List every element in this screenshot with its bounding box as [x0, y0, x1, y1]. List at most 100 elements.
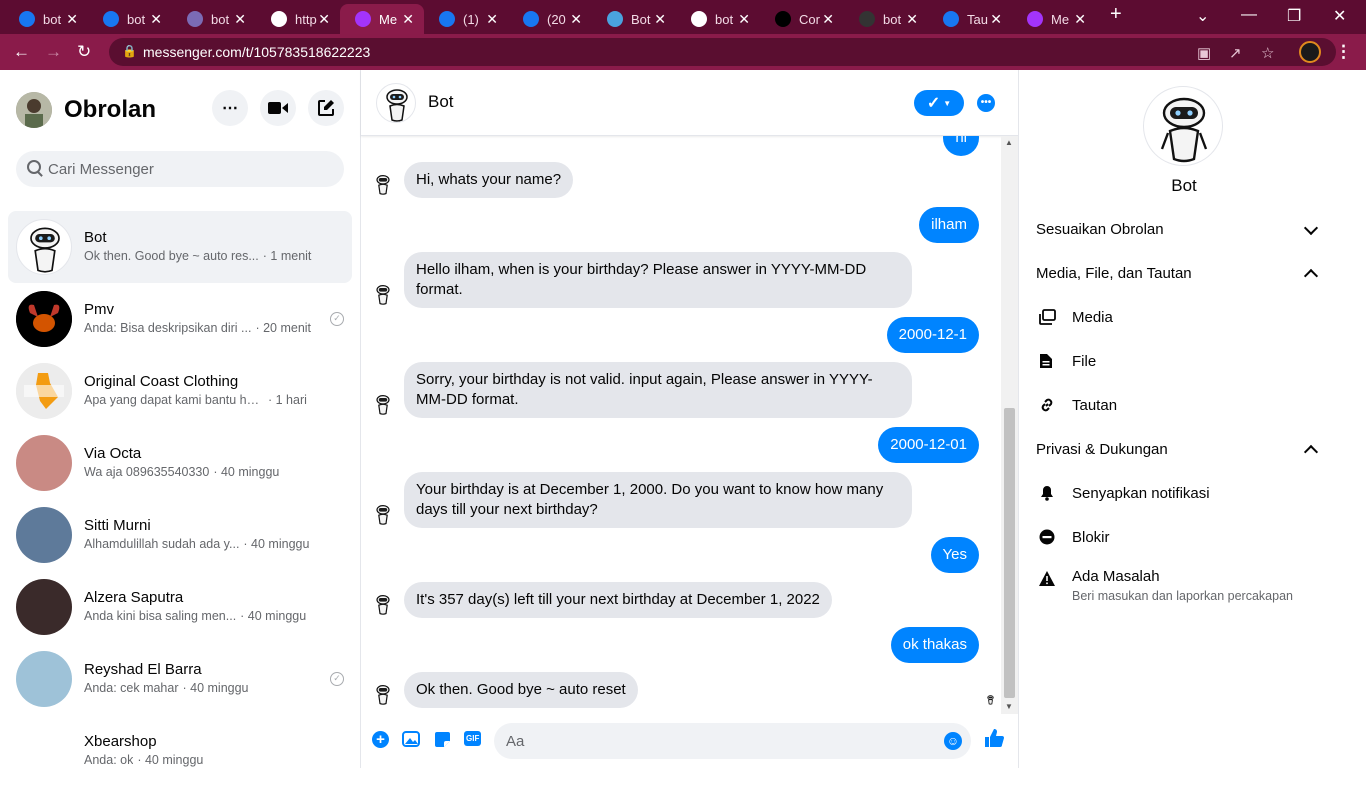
message-input[interactable]: Aa ☺ — [494, 723, 971, 759]
browser-tab[interactable]: Me ✕ — [1012, 4, 1096, 34]
conversation-info-button[interactable]: ••• — [977, 94, 995, 112]
links-item[interactable]: Tautan — [1072, 397, 1117, 414]
close-tab-icon[interactable]: ✕ — [990, 11, 1002, 28]
conversation-item[interactable]: Reyshad El Barra Anda: cek mahar · 40 ming… — [8, 643, 352, 715]
close-tab-icon[interactable]: ✕ — [738, 11, 750, 28]
outgoing-message-bubble[interactable]: ilham — [919, 207, 979, 243]
conversation-item[interactable]: Xbearshop Anda: ok · 40 minggu — [8, 715, 352, 787]
contact-avatar[interactable] — [16, 579, 72, 635]
close-tab-icon[interactable]: ✕ — [906, 11, 918, 28]
contact-avatar[interactable] — [16, 723, 72, 779]
bot-avatar[interactable] — [376, 83, 416, 123]
address-bar[interactable]: 🔒 messenger.com/t/105783518622223 ▣ ↗ ☆ — [109, 38, 1336, 66]
outgoing-message-bubble[interactable]: Yes — [930, 537, 979, 573]
file-item[interactable]: File — [1072, 353, 1096, 370]
incoming-message-bubble[interactable]: It's 357 day(s) left till your next birt… — [404, 582, 832, 618]
close-tab-icon[interactable]: ✕ — [822, 11, 834, 28]
privacy-support-section[interactable]: Privasi & Dukungan — [1036, 441, 1168, 458]
add-icon[interactable]: + — [372, 731, 389, 748]
browser-tab[interactable]: http ✕ — [256, 4, 340, 34]
conversation-item[interactable]: Sitti Murni Alhamdulillah sudah ada y... ·… — [8, 499, 352, 571]
new-video-call-button[interactable] — [260, 90, 296, 126]
chevron-down-icon[interactable] — [1303, 220, 1319, 236]
block-item[interactable]: Blokir — [1072, 529, 1110, 546]
chevron-up-icon[interactable] — [1303, 444, 1319, 460]
browser-tab[interactable]: Tau ✕ — [928, 4, 1012, 34]
outgoing-message-bubble[interactable]: ok thakas — [890, 627, 979, 663]
browser-menu-icon[interactable]: ⋮ — [1335, 42, 1352, 62]
close-tab-icon[interactable]: ✕ — [654, 11, 666, 28]
close-tab-icon[interactable]: ✕ — [486, 11, 498, 28]
photo-icon[interactable] — [402, 731, 420, 750]
new-message-button[interactable] — [308, 90, 344, 126]
incoming-message-bubble[interactable]: Your birthday is at December 1, 2000. Do… — [404, 472, 912, 528]
back-icon[interactable]: ← — [13, 42, 30, 62]
conversation-item[interactable]: Alzera Saputra Anda kini bisa saling men.… — [8, 571, 352, 643]
bookmark-star-icon[interactable]: ☆ — [1261, 44, 1274, 62]
conversation-item[interactable]: Bot Ok then. Good bye ~ auto res... · 1 me… — [8, 211, 352, 283]
outgoing-message-bubble[interactable]: hi — [943, 136, 979, 156]
tab-search-icon[interactable]: ⌄ — [1196, 6, 1209, 26]
scrollbar-thumb[interactable] — [1004, 408, 1015, 698]
user-avatar[interactable] — [16, 92, 52, 128]
chevron-up-icon[interactable] — [1303, 268, 1319, 284]
mark-done-button[interactable]: ✓ ▼ — [914, 90, 964, 116]
incoming-message-bubble[interactable]: Ok then. Good bye ~ auto reset — [404, 672, 638, 708]
scroll-up-arrow-icon[interactable]: ▲ — [1005, 138, 1013, 147]
conversation-item[interactable]: Via Octa Wa aja 089635540330 · 40 minggu — [8, 427, 352, 499]
more-options-button[interactable]: ⋯ — [212, 90, 248, 126]
contact-avatar[interactable] — [16, 219, 72, 275]
close-window-icon[interactable]: ✕ — [1333, 6, 1346, 26]
chat-title[interactable]: Bot — [428, 92, 454, 112]
contact-avatar[interactable] — [16, 435, 72, 491]
close-tab-icon[interactable]: ✕ — [150, 11, 162, 28]
browser-tab[interactable]: bot ✕ — [172, 4, 256, 34]
close-tab-icon[interactable]: ✕ — [234, 11, 246, 28]
incoming-message-bubble[interactable]: Hello ilham, when is your birthday? Plea… — [404, 252, 912, 308]
outgoing-message-bubble[interactable]: 2000-12-01 — [878, 427, 979, 463]
share-icon[interactable]: ↗ — [1229, 44, 1242, 62]
close-tab-icon[interactable]: ✕ — [1074, 11, 1086, 28]
outgoing-message-bubble[interactable]: 2000-12-1 — [886, 317, 979, 353]
report-problem-item[interactable]: Ada Masalah — [1072, 568, 1160, 585]
translate-icon[interactable]: ▣ — [1197, 44, 1211, 62]
reload-icon[interactable]: ↻ — [77, 42, 91, 62]
maximize-icon[interactable]: ❐ — [1287, 6, 1301, 26]
contact-avatar[interactable] — [16, 651, 72, 707]
emoji-icon[interactable]: ☺ — [944, 732, 962, 750]
conversation-item[interactable]: Original Coast Clothing Apa yang dapat ka… — [8, 355, 352, 427]
browser-tab[interactable]: (1) ✕ — [424, 4, 508, 34]
close-tab-icon[interactable]: ✕ — [402, 11, 414, 28]
customize-chat-section[interactable]: Sesuaikan Obrolan — [1036, 221, 1164, 238]
incoming-message-bubble[interactable]: Hi, whats your name? — [404, 162, 574, 198]
browser-tab[interactable]: (20 ✕ — [508, 4, 592, 34]
browser-tab[interactable]: bot ✕ — [844, 4, 928, 34]
browser-tab[interactable]: Bot ✕ — [592, 4, 676, 34]
forward-icon[interactable]: → — [45, 42, 62, 62]
minimize-icon[interactable]: — — [1241, 6, 1257, 24]
bot-profile-avatar[interactable] — [1143, 86, 1223, 166]
contact-avatar[interactable] — [16, 363, 72, 419]
browser-tab[interactable]: bot ✕ — [4, 4, 88, 34]
like-thumb-icon[interactable] — [983, 727, 1005, 754]
media-item[interactable]: Media — [1072, 309, 1113, 326]
contact-avatar[interactable] — [16, 291, 72, 347]
close-tab-icon[interactable]: ✕ — [66, 11, 78, 28]
contact-avatar[interactable] — [16, 507, 72, 563]
scroll-down-arrow-icon[interactable]: ▼ — [1005, 702, 1013, 711]
profile-avatar[interactable] — [1299, 41, 1321, 63]
new-tab-icon[interactable]: + — [1110, 3, 1122, 26]
sticker-icon[interactable] — [434, 731, 451, 751]
browser-tab[interactable]: Cor ✕ — [760, 4, 844, 34]
media-files-links-section[interactable]: Media, File, dan Tautan — [1036, 265, 1192, 282]
gif-button[interactable]: GIF — [464, 731, 482, 746]
mute-notifications-item[interactable]: Senyapkan notifikasi — [1072, 485, 1210, 502]
close-tab-icon[interactable]: ✕ — [318, 11, 330, 28]
incoming-message-bubble[interactable]: Sorry, your birthday is not valid. input… — [404, 362, 912, 418]
browser-tab[interactable]: bot ✕ — [88, 4, 172, 34]
close-tab-icon[interactable]: ✕ — [570, 11, 582, 28]
conversation-item[interactable]: Pmv Anda: Bisa deskripsikan diri ... · 20 … — [8, 283, 352, 355]
search-input[interactable]: Cari Messenger — [16, 151, 344, 187]
browser-tab[interactable]: bot ✕ — [676, 4, 760, 34]
browser-tab[interactable]: Me ✕ — [340, 4, 424, 34]
